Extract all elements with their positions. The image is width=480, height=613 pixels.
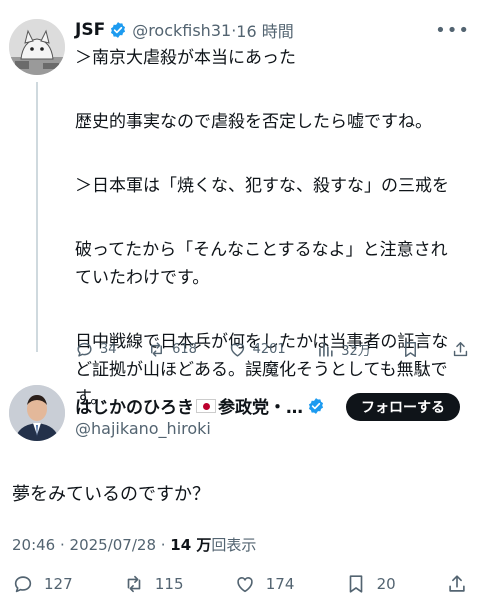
heart-icon (237, 577, 253, 593)
like-count: 174 (265, 575, 295, 593)
follow-button[interactable]: フォローする (346, 393, 460, 421)
main-handle[interactable]: @hajikano_hiroki (75, 419, 211, 438)
views-count: 32万 (341, 343, 371, 359)
bookmark-count: 20 (376, 575, 396, 593)
main-tweet-meta: 20:46 · 2025/07/28 · 14 万回表示 (12, 534, 256, 555)
reply-button[interactable]: 34 (75, 340, 117, 359)
main-display-name[interactable]: はじかのひろき 参政党・… (75, 393, 330, 418)
main-avatar[interactable] (9, 385, 65, 441)
main-timestamp[interactable]: 20:46 · 2025/07/28 · (12, 536, 170, 554)
repost-count: 115 (154, 575, 184, 593)
parent-handle[interactable]: @rockfish31 (132, 21, 231, 40)
reply-count: 34 (100, 341, 117, 357)
repost-button[interactable]: 618 (147, 340, 197, 359)
repost-button[interactable]: 115 (123, 573, 184, 595)
reply-count: 127 (44, 575, 73, 593)
verified-badge-icon (111, 22, 126, 38)
tweet-line: 歴史的事実なので虐殺を否定したら嘘ですね。 (75, 112, 432, 132)
main-views-count: 14 万 (170, 536, 212, 554)
share-button[interactable] (446, 573, 468, 595)
tweet-line: ＞日本軍は「焼くな、犯すな、殺すな」の三戒を (75, 176, 449, 196)
bookmark-icon (349, 575, 362, 593)
main-display-name-part1: はじかのひろき (75, 398, 194, 418)
parent-avatar[interactable] (9, 19, 65, 75)
repost-icon (151, 341, 163, 357)
like-count: 4201 (252, 341, 286, 357)
japan-flag-icon (196, 398, 216, 413)
like-button[interactable]: 174 (234, 573, 295, 595)
parent-action-bar: 34 618 4201 32万 (75, 337, 470, 361)
tweet-line: ＞南京大虐殺が本当にあった (75, 48, 296, 68)
tweet-line: 破ってたから「そんなことするなよ」と注意され (75, 240, 448, 260)
share-icon (449, 575, 465, 592)
bookmark-button[interactable]: 20 (345, 573, 396, 595)
bar-chart-icon (319, 341, 333, 357)
bookmark-button[interactable] (401, 340, 420, 359)
heart-icon (230, 343, 244, 357)
parent-display-name[interactable]: JSF (75, 20, 105, 40)
verified-badge-icon (308, 397, 324, 414)
share-icon (453, 341, 468, 356)
parent-timestamp[interactable]: 16 時間 (236, 18, 293, 42)
repost-icon (127, 575, 141, 593)
main-views-label: 回表示 (211, 536, 257, 554)
tweet-line: ていたわけです。 (75, 268, 210, 288)
repost-count: 618 (172, 341, 197, 357)
reply-icon (14, 576, 32, 593)
like-button[interactable]: 4201 (228, 340, 286, 359)
main-display-name-part2: 参政党・… (218, 398, 303, 418)
main-action-bar: 127 115 174 20 (12, 571, 468, 597)
views-button[interactable]: 32万 (316, 340, 371, 359)
main-tweet-text: 夢をみているのですか？ (12, 484, 210, 505)
reply-icon (77, 342, 92, 357)
share-button[interactable] (451, 340, 470, 359)
more-icon[interactable]: ••• (435, 20, 470, 41)
thread-connector-line (36, 82, 38, 352)
reply-button[interactable]: 127 (12, 573, 73, 595)
parent-tweet-header: JSF @rockfish31 · 16 時間 (75, 17, 294, 43)
bookmark-icon (405, 341, 417, 357)
